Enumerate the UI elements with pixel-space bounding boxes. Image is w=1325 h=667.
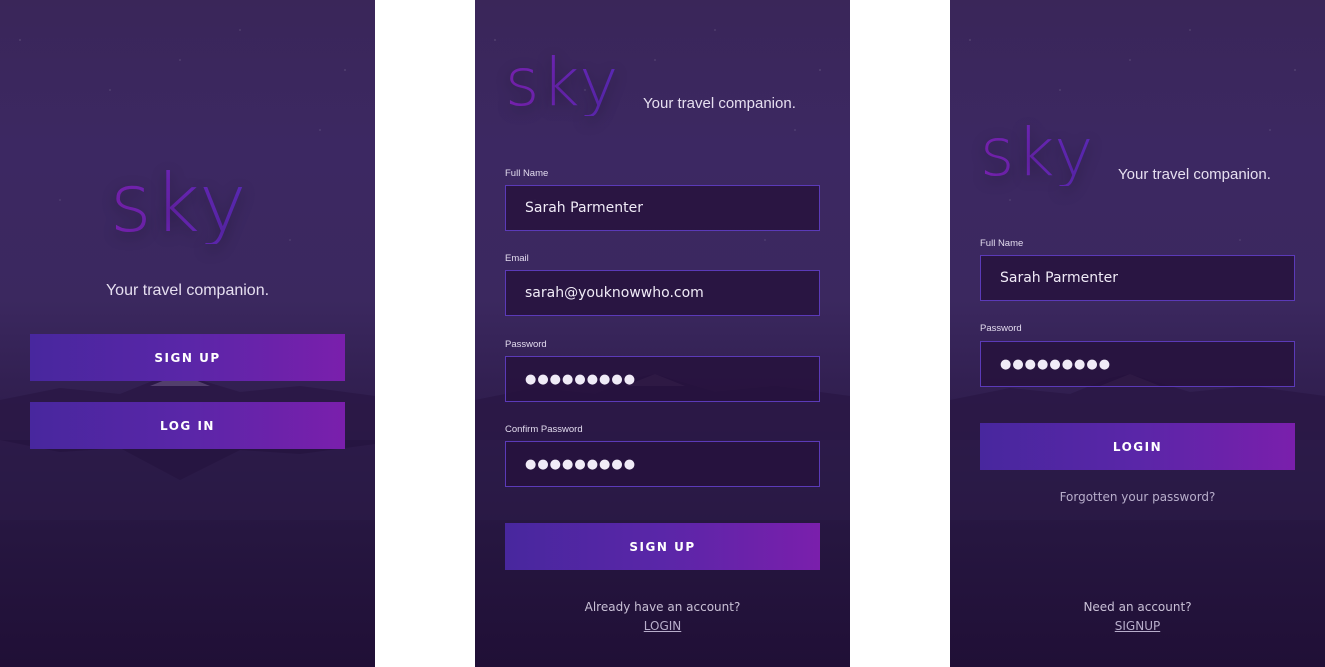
tagline: Your travel companion.: [643, 95, 796, 112]
tagline: Your travel companion.: [1118, 166, 1271, 183]
email-label: Email: [505, 253, 529, 264]
password-field[interactable]: ●●●●●●●●●: [505, 356, 820, 402]
full-name-label: Full Name: [505, 168, 549, 179]
full-name-field[interactable]: Sarah Parmenter: [505, 185, 820, 231]
app-logo: sky: [505, 44, 621, 121]
app-logo: sky: [110, 157, 249, 250]
login-screen: sky Your travel companion. Full Name Sar…: [950, 0, 1325, 667]
password-label: Password: [980, 323, 1022, 334]
log-in-button[interactable]: LOG IN: [30, 402, 345, 449]
forgot-password-link[interactable]: Forgotten your password?: [950, 490, 1325, 504]
signup-link[interactable]: SIGNUP: [950, 619, 1325, 633]
password-field[interactable]: ●●●●●●●●●: [980, 341, 1295, 387]
sign-up-submit-button[interactable]: SIGN UP: [505, 523, 820, 570]
app-logo: sky: [980, 114, 1096, 191]
full-name-label: Full Name: [980, 238, 1024, 249]
full-name-field[interactable]: Sarah Parmenter: [980, 255, 1295, 301]
login-link[interactable]: LOGIN: [475, 619, 850, 633]
tagline: Your travel companion.: [105, 282, 270, 299]
login-submit-button[interactable]: LOGIN: [980, 423, 1295, 470]
signup-screen: sky Your travel companion. Full Name Sar…: [475, 0, 850, 667]
welcome-screen: sky Your travel companion. SIGN UP LOG I…: [0, 0, 375, 667]
already-have-account-text: Already have an account?: [584, 600, 741, 614]
confirm-password-field[interactable]: ●●●●●●●●●: [505, 441, 820, 487]
need-account-text: Need an account?: [1083, 600, 1192, 614]
password-label: Password: [505, 339, 547, 350]
sign-up-button[interactable]: SIGN UP: [30, 334, 345, 381]
email-field[interactable]: sarah@youknowwho.com: [505, 270, 820, 316]
confirm-password-label: Confirm Password: [505, 424, 583, 435]
